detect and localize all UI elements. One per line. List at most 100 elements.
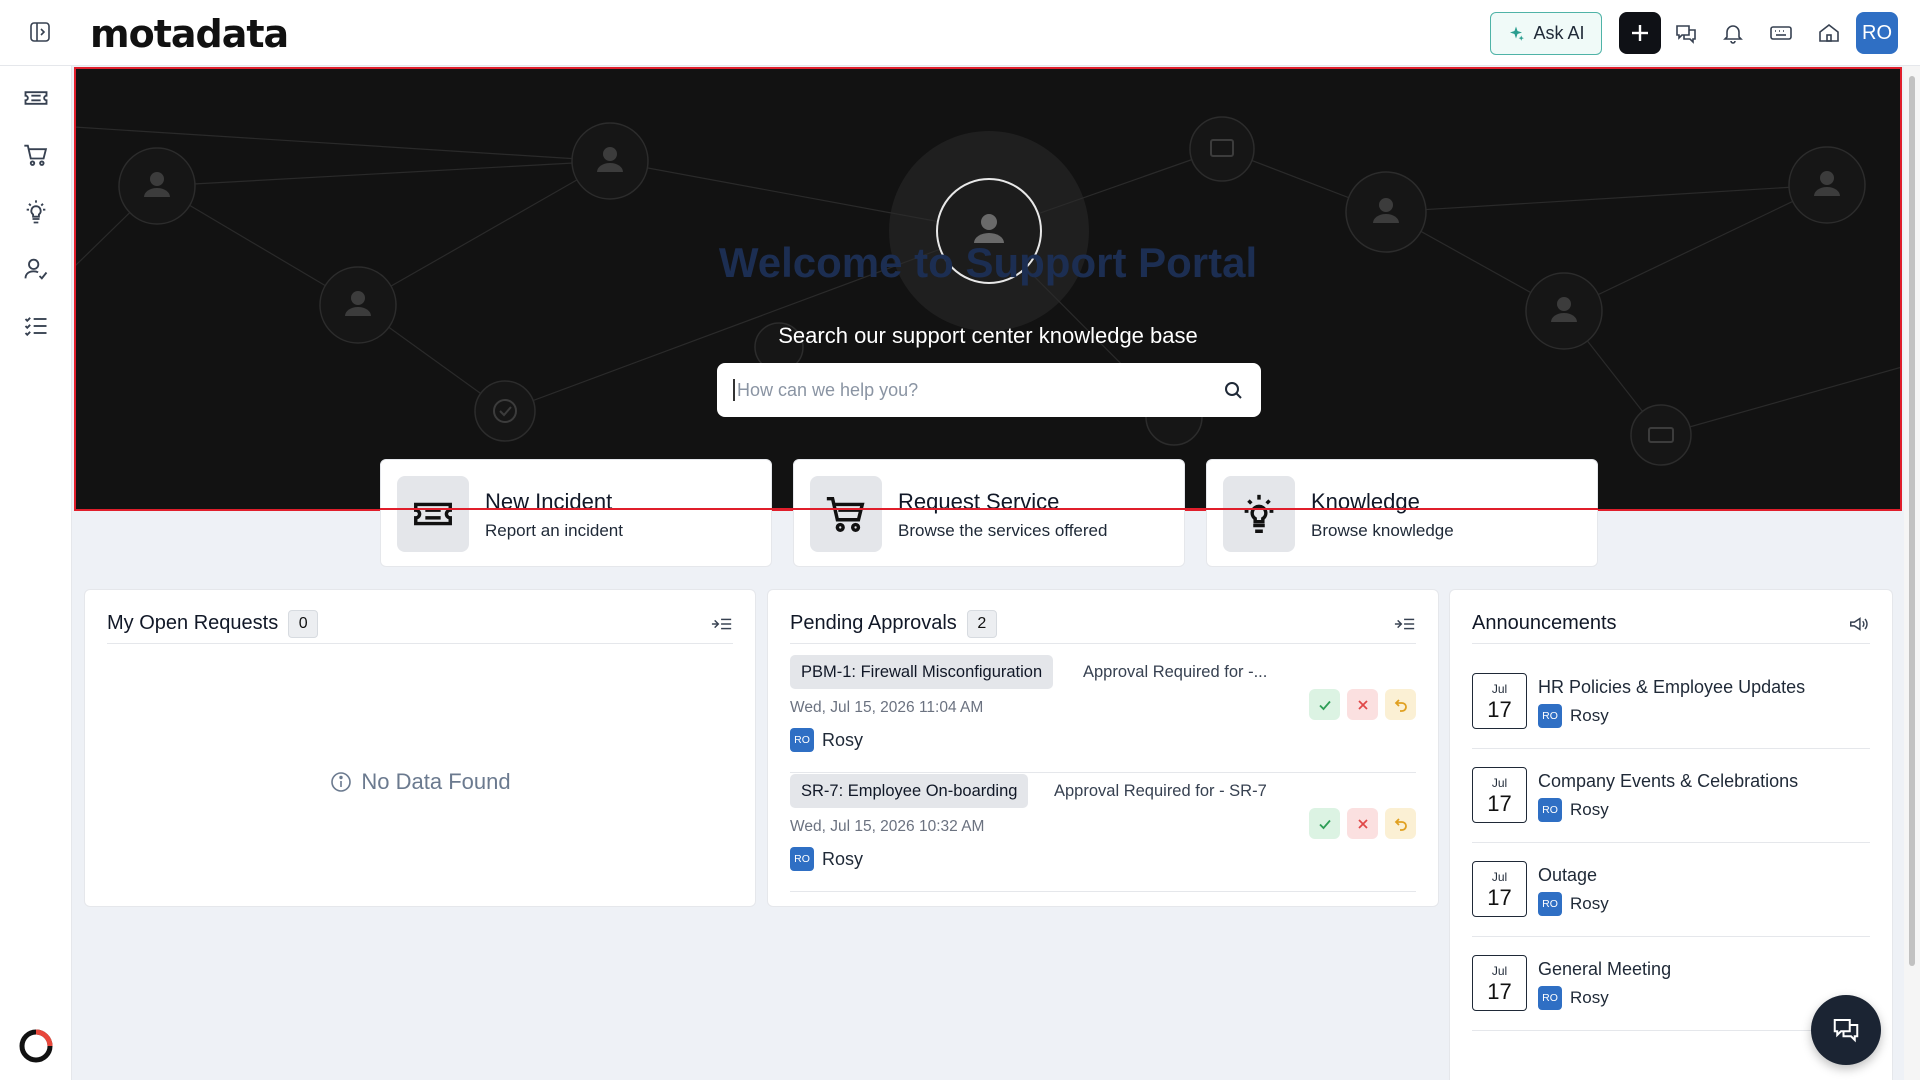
panel-title: My Open Requests xyxy=(107,612,279,634)
ask-ai-button[interactable]: Ask AI xyxy=(1490,12,1602,55)
avatar: RO xyxy=(1538,892,1562,916)
user-check-icon xyxy=(24,258,48,280)
page-scrollbar[interactable] xyxy=(1904,66,1920,1080)
announcement-day: 17 xyxy=(1487,791,1512,816)
announcement-day: 17 xyxy=(1487,697,1512,722)
panel-header: Pending Approvals 2 xyxy=(790,604,1416,644)
calendar-date: Jul 17 xyxy=(1472,955,1527,1011)
cart-icon xyxy=(24,144,48,166)
sidebar-item-approvals[interactable] xyxy=(22,255,50,283)
request-service-card[interactable]: Request Service Browse the services offe… xyxy=(793,459,1185,567)
undo-icon xyxy=(1394,698,1407,712)
cart-icon xyxy=(810,476,882,552)
chat-bubbles-icon xyxy=(1833,1019,1859,1043)
announcement-month: Jul xyxy=(1491,776,1508,790)
expand-icon[interactable] xyxy=(1394,613,1416,635)
network-background xyxy=(74,116,1902,466)
panel-title: Pending Approvals xyxy=(790,612,957,634)
sidebar-item-tasks[interactable] xyxy=(22,312,50,340)
pending-approvals-panel: Pending Approvals 2 PBM-1: Firewall Misc… xyxy=(767,589,1439,907)
lightbulb-icon xyxy=(26,200,46,224)
megaphone-icon[interactable] xyxy=(1848,613,1870,635)
create-new-button[interactable] xyxy=(1619,12,1661,54)
avatar: RO xyxy=(790,728,814,752)
bell-icon[interactable] xyxy=(1721,21,1745,45)
close-icon xyxy=(1357,818,1368,829)
highlight-line xyxy=(380,508,1598,510)
hero-banner: Welcome to Support Portal Search our sup… xyxy=(74,67,1902,511)
top-bar: motadata Ask AI RO xyxy=(0,0,1920,66)
card-description: Browse the services offered xyxy=(898,521,1108,540)
live-chat-button[interactable] xyxy=(1811,995,1881,1065)
sparkle-icon xyxy=(1507,25,1525,43)
app-logo[interactable]: motadata xyxy=(90,12,289,56)
announcement-item[interactable]: Jul 17 Company Events & Celebrations RO … xyxy=(1472,749,1870,843)
checklist-icon xyxy=(24,317,47,337)
brand-logo-icon xyxy=(18,1028,54,1064)
ticket-icon xyxy=(397,476,469,552)
approval-requester: RO Rosy xyxy=(790,847,863,871)
avatar: RO xyxy=(1538,986,1562,1010)
check-icon xyxy=(1318,700,1331,710)
sidebar xyxy=(0,66,72,1080)
announcement-month: Jul xyxy=(1491,870,1508,884)
approve-button[interactable] xyxy=(1309,808,1340,839)
sidebar-item-service-catalog[interactable] xyxy=(22,141,50,169)
approval-date: Wed, Jul 15, 2026 10:32 AM xyxy=(790,818,985,835)
reject-button[interactable] xyxy=(1347,689,1378,720)
avatar: RO xyxy=(790,847,814,871)
card-description: Report an incident xyxy=(485,521,623,540)
announcement-day: 17 xyxy=(1487,885,1512,910)
announcement-title: General Meeting xyxy=(1538,959,1672,979)
undo-icon xyxy=(1394,817,1407,831)
hero-title: Welcome to Support Portal xyxy=(718,239,1258,286)
ask-ai-label: Ask AI xyxy=(1533,23,1585,43)
avatar: RO xyxy=(1538,798,1562,822)
ticket-icon xyxy=(24,91,48,105)
sidebar-toggle-icon[interactable] xyxy=(28,20,52,44)
close-icon xyxy=(1357,699,1368,710)
scrollbar-thumb[interactable] xyxy=(1909,76,1915,966)
return-button[interactable] xyxy=(1385,808,1416,839)
panel-title: Announcements xyxy=(1472,612,1617,634)
announcement-title: HR Policies & Employee Updates xyxy=(1538,677,1806,697)
calendar-date: Jul 17 xyxy=(1472,767,1527,823)
info-icon xyxy=(329,770,353,794)
approval-actions xyxy=(1309,689,1416,720)
approval-item: PBM-1: Firewall Misconfiguration Approva… xyxy=(790,655,1416,773)
panel-header: Announcements xyxy=(1472,604,1870,644)
approval-date: Wed, Jul 15, 2026 11:04 AM xyxy=(790,699,984,716)
hero-subtitle: Search our support center knowledge base xyxy=(778,323,1198,348)
user-avatar[interactable]: RO xyxy=(1856,12,1898,54)
approval-reference-tag[interactable]: PBM-1: Firewall Misconfiguration xyxy=(790,655,1054,689)
sidebar-item-incidents[interactable] xyxy=(22,84,50,112)
announcement-day: 17 xyxy=(1487,979,1512,1004)
announcement-item[interactable]: Jul 17 Outage RO Rosy xyxy=(1472,843,1870,937)
knowledge-card[interactable]: Knowledge Browse knowledge xyxy=(1206,459,1598,567)
expand-icon[interactable] xyxy=(711,613,733,635)
approval-description: Approval Required for -... xyxy=(1083,663,1268,681)
new-incident-card[interactable]: New Incident Report an incident xyxy=(380,459,772,567)
approval-item: SR-7: Employee On-boarding Approval Requ… xyxy=(790,774,1416,892)
announcement-item[interactable]: Jul 17 General Meeting RO Rosy xyxy=(1472,937,1870,1031)
requester-name: Rosy xyxy=(822,729,864,750)
avatar: RO xyxy=(1538,704,1562,728)
count-badge: 0 xyxy=(288,609,319,638)
keyboard-icon[interactable] xyxy=(1769,21,1793,45)
knowledge-search-input[interactable] xyxy=(733,379,1221,401)
search-icon[interactable] xyxy=(1221,378,1245,402)
return-button[interactable] xyxy=(1385,689,1416,720)
announcement-author: RO Rosy xyxy=(1538,798,1609,822)
chat-icon[interactable] xyxy=(1674,21,1698,45)
approve-button[interactable] xyxy=(1309,689,1340,720)
home-icon[interactable] xyxy=(1817,21,1841,45)
count-badge: 2 xyxy=(966,609,997,638)
calendar-date: Jul 17 xyxy=(1472,673,1527,729)
sidebar-item-knowledge[interactable] xyxy=(22,198,50,226)
requester-name: Rosy xyxy=(822,848,864,869)
card-title: Request Service xyxy=(898,489,1060,514)
reject-button[interactable] xyxy=(1347,808,1378,839)
approval-reference-tag[interactable]: SR-7: Employee On-boarding xyxy=(790,774,1029,808)
author-name: Rosy xyxy=(1570,706,1609,725)
announcement-item[interactable]: Jul 17 HR Policies & Employee Updates RO… xyxy=(1472,655,1870,749)
